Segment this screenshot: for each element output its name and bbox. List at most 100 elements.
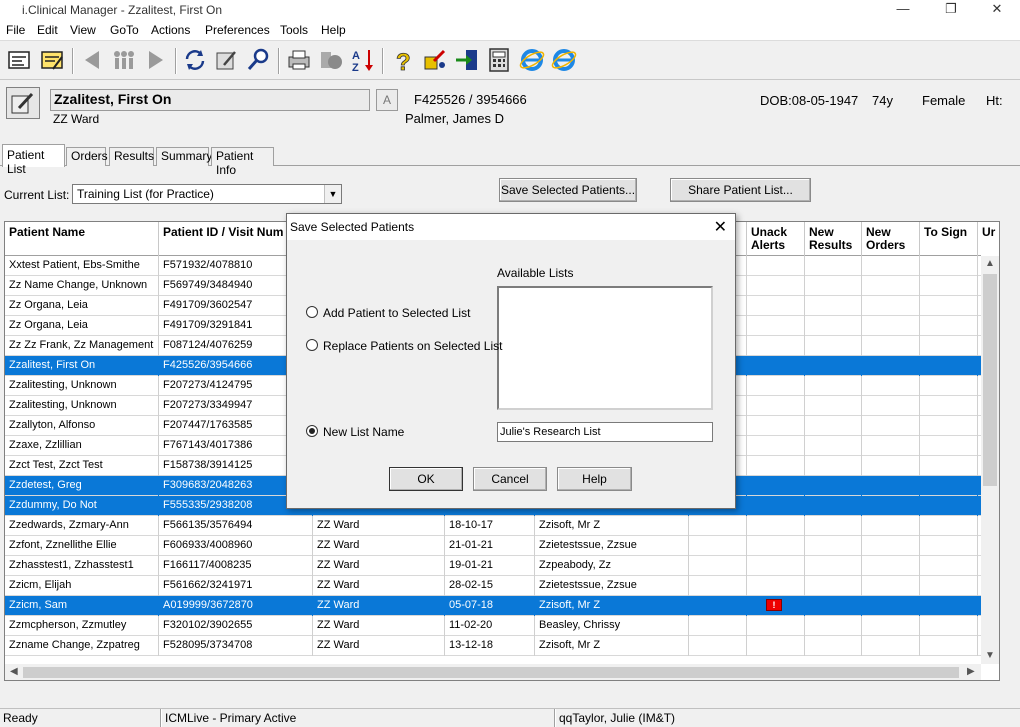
menu-view[interactable]: View [70, 23, 96, 37]
search-icon[interactable] [246, 47, 272, 73]
col-unack-alerts[interactable]: Unack Alerts [747, 222, 805, 256]
current-list-dropdown[interactable]: Training List (for Practice) ▼ [72, 184, 342, 204]
cancel-button[interactable]: Cancel [473, 467, 547, 491]
cell-name: Zzicm, Sam [5, 596, 159, 616]
patient-card-icon[interactable] [6, 47, 32, 73]
cell-new-results [805, 316, 862, 336]
menu-file[interactable]: File [6, 23, 25, 37]
svg-text:Z: Z [352, 62, 359, 73]
tab-orders[interactable]: Orders [66, 147, 108, 166]
tab-patient-info[interactable]: Patient Info [211, 147, 274, 177]
cell-to-sign [920, 316, 978, 336]
cell-extra [689, 616, 747, 636]
radio-add-patient-label[interactable]: Add Patient to Selected List [323, 306, 470, 320]
menu-help[interactable]: Help [321, 23, 346, 37]
patient-ids: F425526 / 3954666 [414, 92, 527, 107]
cell-consultant: Beasley, Chrissy [535, 616, 689, 636]
patient-location: ZZ Ward [53, 112, 100, 126]
save-selected-patients-button[interactable]: Save Selected Patients... [499, 178, 637, 202]
radio-replace-patients[interactable] [306, 339, 318, 351]
menu-actions[interactable]: Actions [151, 23, 190, 37]
col-patient-name[interactable]: Patient Name [5, 222, 159, 256]
cell-to-sign [920, 616, 978, 636]
record-icon[interactable] [318, 47, 344, 73]
edit-icon[interactable] [214, 47, 240, 73]
calculator-icon[interactable] [486, 47, 512, 73]
chevron-down-icon[interactable]: ▼ [324, 185, 341, 203]
cell-new-results [805, 396, 862, 416]
ok-button[interactable]: OK [389, 467, 463, 491]
tools-icon[interactable] [422, 47, 448, 73]
patient-flag[interactable]: A [376, 89, 398, 111]
scroll-left-icon[interactable]: ◀ [10, 666, 18, 677]
patient-edit-icon[interactable] [6, 87, 40, 119]
radio-new-list-name-label[interactable]: New List Name [323, 425, 404, 439]
radio-add-patient[interactable] [306, 306, 318, 318]
help-icon[interactable]: ? [390, 47, 416, 77]
cell-extra [689, 516, 747, 536]
cell-new-results [805, 276, 862, 296]
new-list-name-input[interactable] [497, 422, 713, 442]
table-row[interactable]: Zzicm, Elijah F561662/3241971 ZZ Ward 28-02… [5, 576, 981, 596]
close-icon[interactable]: ✕ [714, 217, 727, 237]
menu-preferences[interactable]: Preferences [205, 23, 270, 37]
print-icon[interactable] [286, 47, 312, 73]
cell-new-orders [862, 276, 920, 296]
cell-new-results [805, 616, 862, 636]
patient-card-edit-icon[interactable] [39, 47, 65, 73]
tab-results[interactable]: Results [109, 147, 154, 166]
sort-az-icon[interactable]: AZ [350, 47, 376, 74]
menu-goto[interactable]: GoTo [110, 23, 139, 37]
cell-location: ZZ Ward [313, 616, 445, 636]
share-patient-list-button[interactable]: Share Patient List... [670, 178, 811, 202]
cell-to-sign [920, 336, 978, 356]
back-arrow-icon[interactable] [79, 47, 105, 73]
tab-summary[interactable]: Summary [156, 147, 212, 166]
exit-icon[interactable] [454, 47, 480, 73]
table-row[interactable]: Zzicm, Sam A019999/3672870 ZZ Ward 05-07-18… [5, 596, 981, 616]
close-button[interactable]: ✕ [974, 0, 1020, 21]
col-to-sign[interactable]: To Sign [920, 222, 978, 256]
cell-name: Zzname Change, Zzpatreg [5, 636, 159, 656]
forward-arrow-icon[interactable] [143, 47, 169, 73]
restore-button[interactable]: ❐ [928, 0, 974, 21]
help-button[interactable]: Help [557, 467, 632, 491]
cell-id: F166117/4008235 [159, 556, 313, 576]
radio-replace-patients-label[interactable]: Replace Patients on Selected List [323, 339, 502, 353]
table-row[interactable]: Zzmcpherson, Zzmutley F320102/3902655 ZZ W… [5, 616, 981, 636]
table-row[interactable]: Zzhasstest1, Zzhasstest1 F166117/4008235 Z… [5, 556, 981, 576]
cell-name: Zzallyton, Alfonso [5, 416, 159, 436]
cell-date: 28-02-15 [445, 576, 535, 596]
table-row[interactable]: Zzedwards, Zzmary-Ann F566135/3576494 ZZ W… [5, 516, 981, 536]
alert-icon[interactable]: ! [766, 599, 782, 611]
ie-icon-2[interactable] [551, 47, 577, 73]
scroll-up-icon[interactable]: ▲ [985, 258, 995, 269]
table-row[interactable]: Zzfont, Zznellithe Ellie F606933/4008960 Z… [5, 536, 981, 556]
scroll-down-icon[interactable]: ▼ [985, 650, 995, 661]
col-new-orders[interactable]: New Orders [862, 222, 920, 256]
vertical-scroll-thumb[interactable] [983, 274, 997, 486]
cell-consultant: Zzisoft, Mr Z [535, 596, 689, 616]
table-row[interactable]: Zzname Change, Zzpatreg F528095/3734708 ZZ… [5, 636, 981, 656]
menu-edit[interactable]: Edit [37, 23, 58, 37]
cell-new-orders [862, 336, 920, 356]
col-ur[interactable]: Ur [978, 222, 999, 256]
horizontal-scroll-thumb[interactable] [23, 667, 959, 678]
scroll-right-icon[interactable]: ▶ [967, 666, 975, 677]
cell-name: Zzdetest, Greg [5, 476, 159, 496]
col-new-results[interactable]: New Results [805, 222, 862, 256]
patient-dob: DOB:08-05-1947 [760, 93, 859, 108]
tab-patient-list[interactable]: Patient List [2, 144, 65, 176]
ie-icon[interactable] [519, 47, 545, 73]
cell-new-results [805, 416, 862, 436]
vertical-scrollbar[interactable]: ▲ ▼ [981, 256, 999, 664]
refresh-icon[interactable] [182, 47, 208, 73]
minimize-button[interactable]: — [880, 0, 926, 21]
menu-tools[interactable]: Tools [280, 23, 308, 37]
available-lists-box[interactable] [497, 286, 713, 410]
radio-new-list-name[interactable] [306, 425, 318, 437]
people-icon[interactable] [111, 47, 137, 73]
horizontal-scrollbar[interactable]: ◀ ▶ [5, 664, 981, 680]
cell-location: ZZ Ward [313, 556, 445, 576]
cell-to-sign [920, 536, 978, 556]
